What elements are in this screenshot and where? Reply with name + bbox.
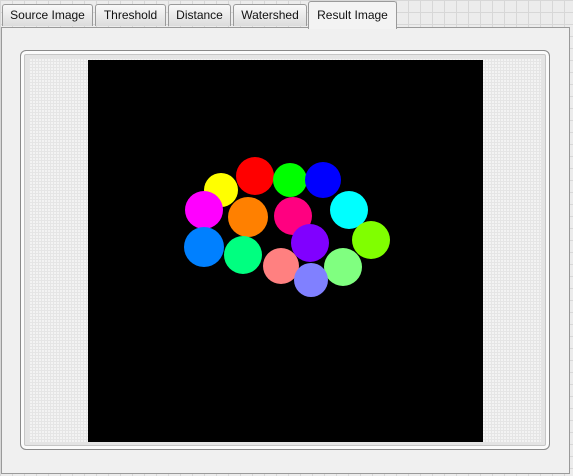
periwinkle-region bbox=[294, 263, 328, 297]
red-region bbox=[236, 157, 274, 195]
image-display bbox=[29, 58, 541, 442]
tab-strip: Source Image Threshold Distance Watershe… bbox=[0, 0, 573, 29]
tab-result-image[interactable]: Result Image bbox=[308, 1, 397, 29]
spring-green-region bbox=[224, 236, 262, 274]
orange-region bbox=[228, 197, 268, 237]
blue-region bbox=[305, 162, 341, 198]
image-display-frame bbox=[20, 50, 550, 450]
green-region bbox=[273, 163, 307, 197]
tab-source-image[interactable]: Source Image bbox=[2, 4, 93, 26]
result-image-canvas bbox=[88, 60, 483, 442]
tab-watershed[interactable]: Watershed bbox=[233, 4, 307, 26]
segmented-regions bbox=[184, 157, 390, 297]
magenta-region bbox=[185, 191, 223, 229]
tab-panel-result-image bbox=[1, 27, 570, 474]
azure-region bbox=[184, 227, 224, 267]
tab-threshold[interactable]: Threshold bbox=[95, 4, 166, 26]
violet-region bbox=[291, 224, 329, 262]
tab-distance[interactable]: Distance bbox=[168, 4, 231, 26]
light-green-region bbox=[324, 248, 362, 286]
lime-region bbox=[352, 221, 390, 259]
salmon-region bbox=[263, 248, 299, 284]
